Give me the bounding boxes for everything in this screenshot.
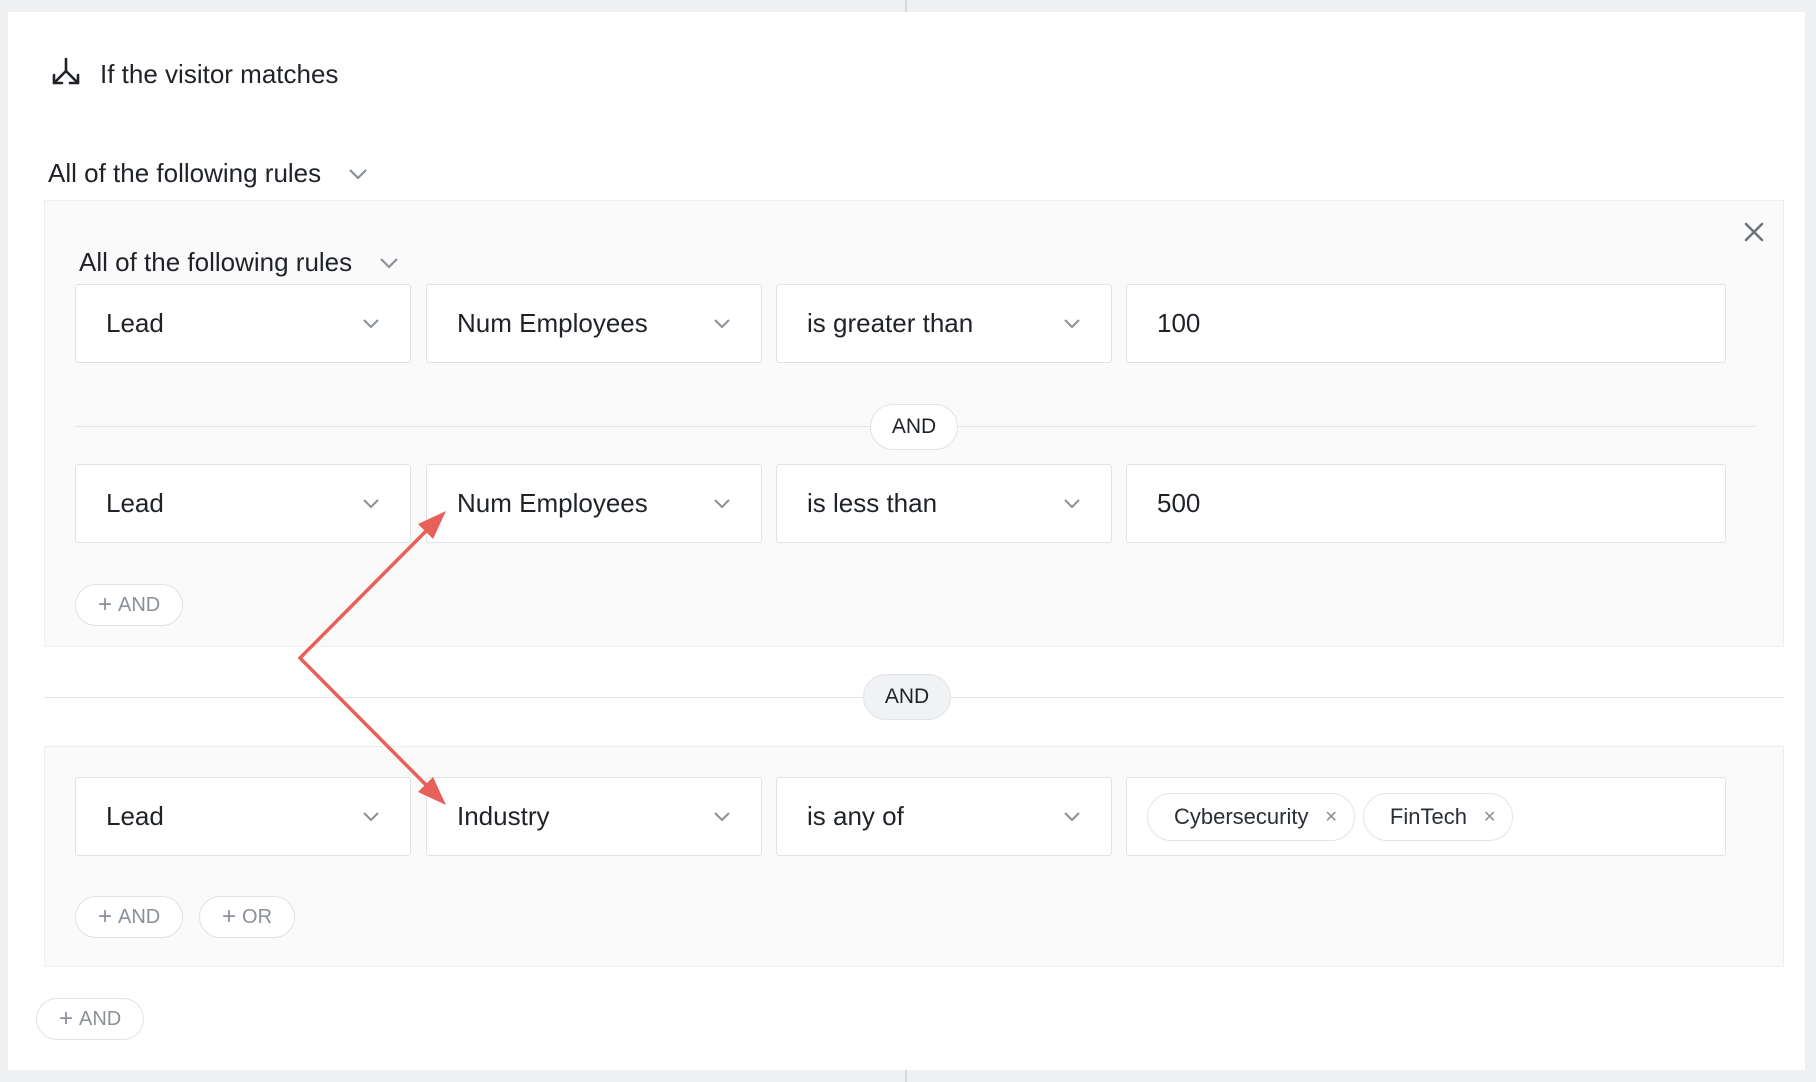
group-and-connector-badge[interactable]: AND [863,674,951,720]
entity-select[interactable]: Lead [75,284,411,363]
operator-value: is any of [807,801,904,831]
chevron-down-icon [349,168,367,180]
chevron-down-icon [1064,318,1080,328]
split-arrows-icon [50,57,82,92]
rule-group-2: Lead Industry is any of Cybersecurity ✕ … [44,746,1784,967]
value-input[interactable]: 100 [1126,284,1726,363]
rules-card: If the visitor matches All of the follow… [8,12,1805,1070]
entity-value: Lead [106,308,164,338]
remove-tag-icon[interactable]: ✕ [1324,807,1337,827]
entity-select[interactable]: Lead [75,464,411,543]
entity-value: Lead [106,801,164,831]
value-input[interactable]: 500 [1126,464,1726,543]
add-and-label: AND [118,593,161,616]
operator-select[interactable]: is greater than [776,284,1112,363]
chevron-down-icon [1064,811,1080,821]
rule-group-1: All of the following rules Lead Num Empl… [44,200,1784,647]
tag-label: FinTech [1389,803,1467,829]
attribute-select[interactable]: Num Employees [426,284,762,363]
plus-icon: + [222,903,237,930]
top-match-label: All of the following rules [48,158,322,188]
operator-select[interactable]: is any of [776,777,1112,856]
add-and-label: AND [118,905,161,928]
chevron-down-icon [714,318,730,328]
plus-icon: + [98,903,113,930]
group-1-match-label: All of the following rules [79,247,353,277]
add-or-button[interactable]: + OR [199,896,296,938]
value-text: 100 [1157,308,1201,338]
attribute-select[interactable]: Industry [426,777,762,856]
operator-value: is less than [807,488,938,518]
chevron-down-icon [363,318,379,328]
add-and-group-label: AND [79,1007,122,1030]
add-and-button[interactable]: + AND [75,584,184,626]
attribute-value: Num Employees [457,488,648,518]
add-and-group-button[interactable]: + AND [36,998,145,1040]
chevron-down-icon [714,811,730,821]
and-connector-badge[interactable]: AND [870,404,958,450]
center-guide-bottom [905,1070,907,1082]
chevron-down-icon [363,498,379,508]
attribute-value: Industry [457,801,550,831]
chevron-down-icon [1064,498,1080,508]
center-guide-top [905,0,907,12]
chevron-down-icon [714,498,730,508]
attribute-value: Num Employees [457,308,648,338]
entity-value: Lead [106,488,164,518]
tag-label: Cybersecurity [1174,803,1309,829]
rules-header: If the visitor matches [50,56,338,92]
operator-select[interactable]: is less than [776,464,1112,543]
and-connector-label: AND [891,415,937,438]
value-text: 500 [1157,488,1201,518]
top-match-select[interactable]: All of the following rules [48,158,369,189]
group-1-match-select[interactable]: All of the following rules [79,247,400,278]
chevron-down-icon [380,257,398,269]
remove-tag-icon[interactable]: ✕ [1483,807,1496,827]
add-or-label: OR [242,905,273,928]
operator-value: is greater than [807,308,974,338]
header-title: If the visitor matches [100,58,339,89]
add-and-button[interactable]: + AND [75,896,184,938]
group-and-connector-label: AND [884,685,930,708]
plus-icon: + [59,1005,74,1032]
tag-chip: Cybersecurity ✕ [1147,792,1355,841]
attribute-select[interactable]: Num Employees [426,464,762,543]
entity-select[interactable]: Lead [75,777,411,856]
plus-icon: + [98,591,113,618]
tag-multiselect[interactable]: Cybersecurity ✕ FinTech ✕ [1126,777,1726,856]
chevron-down-icon [363,811,379,821]
tag-chip: FinTech ✕ [1362,792,1514,841]
close-icon[interactable] [1739,217,1769,247]
